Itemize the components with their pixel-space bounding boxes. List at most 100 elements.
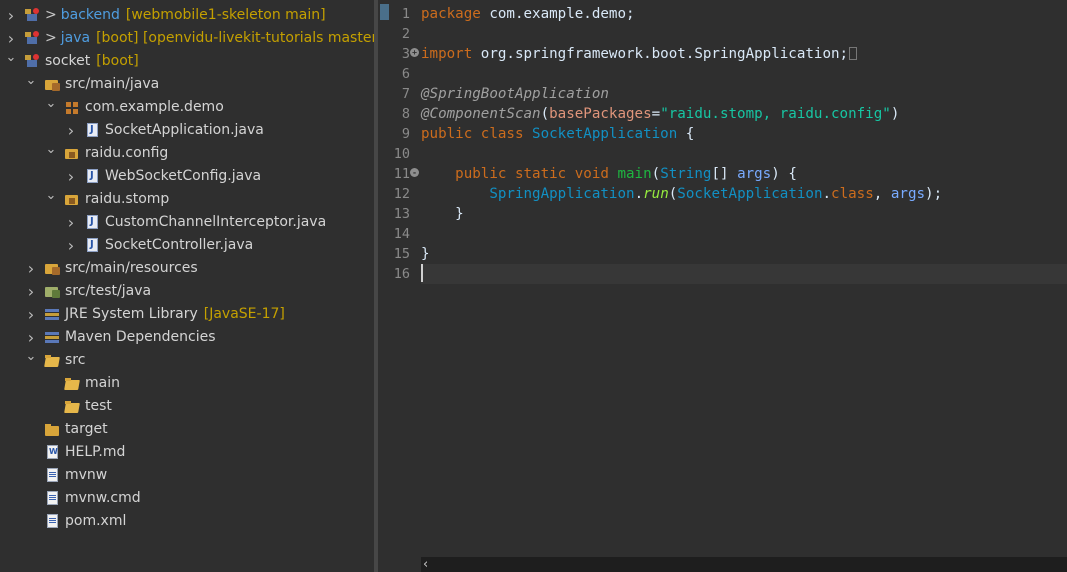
expand-arrow-icon[interactable] [25,257,37,280]
expand-arrow-icon[interactable] [25,326,37,349]
tree-item-mvnw[interactable]: mvnw [0,464,374,487]
annotation: @SpringBootApplication [421,86,609,102]
tree-item-java[interactable]: >java [boot] [openvidu-livekit-tutorials … [0,27,374,50]
expand-arrow-icon[interactable] [5,27,17,50]
tree-item-label: com.example.demo [85,99,224,115]
line-number: 9 [401,126,410,142]
fold-expand-icon[interactable]: + [410,48,419,57]
horizontal-scrollbar[interactable]: ‹ [421,557,1067,572]
tree-item-label: main [85,375,120,391]
expand-arrow-icon[interactable] [5,4,17,27]
tree-item-src-test-java[interactable]: src/test/java [0,280,374,303]
git-branch-decoration: [boot] [openvidu-livekit-tutorials maste… [96,30,374,46]
file-icon [44,491,60,506]
folded-imports-icon[interactable] [849,47,858,60]
folder-icon [44,422,60,437]
keyword: public class [421,126,524,142]
code-text: } [421,246,430,262]
tree-item-label: Maven Dependencies [65,329,216,345]
scroll-left-icon[interactable]: ‹ [423,557,428,572]
expand-arrow-icon[interactable] [65,165,77,188]
tree-item-src[interactable]: src [0,349,374,372]
tree-item-socketapplication-java[interactable]: SocketApplication.java [0,119,374,142]
tree-item-backend[interactable]: >backend [webmobile1-skeleton main] [0,4,374,27]
keyword: import [421,46,473,62]
tree-item-label: socket [45,53,91,69]
tree-item-label: mvnw.cmd [65,490,141,506]
code-line-3[interactable]: import org.springframework.boot.SpringAp… [421,44,1067,64]
tree-item-label: java [60,30,91,46]
code-line-9[interactable]: public class SocketApplication { [421,124,1067,144]
collapse-arrow-icon[interactable] [45,96,57,119]
tree-item-customchannelinterceptor-java[interactable]: CustomChannelInterceptor.java [0,211,374,234]
line-number: 6 [401,66,410,82]
tree-item-src-main-resources[interactable]: src/main/resources [0,257,374,280]
code-line-11[interactable]: public static void main(String[] args) { [421,164,1067,184]
tree-item-src-main-java[interactable]: src/main/java [0,73,374,96]
line-number: 12 [393,186,410,202]
tree-item-help-md[interactable]: HELP.md [0,441,374,464]
code-text-area[interactable]: package com.example.demo; import org.spr… [421,0,1067,572]
line-number: 16 [393,266,410,282]
library-icon [44,330,60,345]
line-number-gutter: 1 2 3 + 6 7 8 9 10 11 - 12 13 14 15 16 [390,0,421,572]
code-line-16[interactable] [421,264,1067,284]
code-line-13[interactable]: } [421,204,1067,224]
collapse-arrow-icon[interactable] [25,349,37,372]
code-line-15[interactable]: } [421,244,1067,264]
code-text: ( [540,106,550,122]
package-icon [64,146,80,161]
tree-item-mvnw-cmd[interactable]: mvnw.cmd [0,487,374,510]
annotation: @ComponentScan [421,106,541,122]
code-text: [] [711,166,738,182]
code-text: org.springframework.boot.SpringApplicati… [472,46,849,62]
tree-item-label: mvnw [65,467,108,483]
code-text: = [651,106,661,122]
line-number: 10 [393,146,410,162]
fold-collapse-icon[interactable]: - [410,168,419,177]
class-name: SocketApplication [677,186,823,202]
expand-arrow-icon[interactable] [25,280,37,303]
collapse-arrow-icon[interactable] [45,188,57,211]
project-icon [24,31,40,46]
code-text: { [677,126,695,142]
ruler-marker[interactable] [380,4,389,20]
tree-item-label: src [65,352,86,368]
tree-item-jre-system-library[interactable]: JRE System Library [JavaSE-17] [0,303,374,326]
expand-arrow-icon[interactable] [65,119,77,142]
code-line-1[interactable]: package com.example.demo; [421,4,1067,24]
annotation-ruler [378,0,390,572]
code-text: ); [925,186,943,202]
tree-item-maven-dependencies[interactable]: Maven Dependencies [0,326,374,349]
expand-arrow-icon[interactable] [65,234,77,257]
code-line-7[interactable]: @SpringBootApplication [421,84,1067,104]
expand-arrow-icon[interactable] [65,211,77,234]
line-number: 1 [401,6,410,22]
collapse-arrow-icon[interactable] [5,50,17,73]
tree-item-com-example-demo[interactable]: com.example.demo [0,96,374,119]
tree-item-main[interactable]: main [0,372,374,395]
tree-item-socketcontroller-java[interactable]: SocketController.java [0,234,374,257]
expand-arrow-icon[interactable] [25,303,37,326]
tree-item-label: src/main/java [65,76,160,92]
tree-item-target[interactable]: target [0,418,374,441]
tree-item-socket[interactable]: socket [boot] [0,50,374,73]
annotation-attribute: basePackages [549,106,652,122]
class-name: SocketApplication [532,126,678,142]
tree-item-raidu-config[interactable]: raidu.config [0,142,374,165]
keyword: public static void [455,166,609,182]
tree-item-label: pom.xml [65,513,127,529]
tree-item-raidu-stomp[interactable]: raidu.stomp [0,188,374,211]
tree-item-test[interactable]: test [0,395,374,418]
code-line-12[interactable]: SpringApplication.run(SocketApplication.… [421,184,1067,204]
git-branch-decoration: [webmobile1-skeleton main] [125,7,326,23]
tree-item-pom-xml[interactable]: pom.xml [0,510,374,533]
code-line-8[interactable]: @ComponentScan(basePackages="raidu.stomp… [421,104,1067,124]
collapse-arrow-icon[interactable] [25,73,37,96]
java-file-icon [84,215,100,230]
code-text: , [873,186,891,202]
text-caret [421,264,423,282]
line-number: 14 [393,226,410,242]
tree-item-websocketconfig-java[interactable]: WebSocketConfig.java [0,165,374,188]
collapse-arrow-icon[interactable] [45,142,57,165]
